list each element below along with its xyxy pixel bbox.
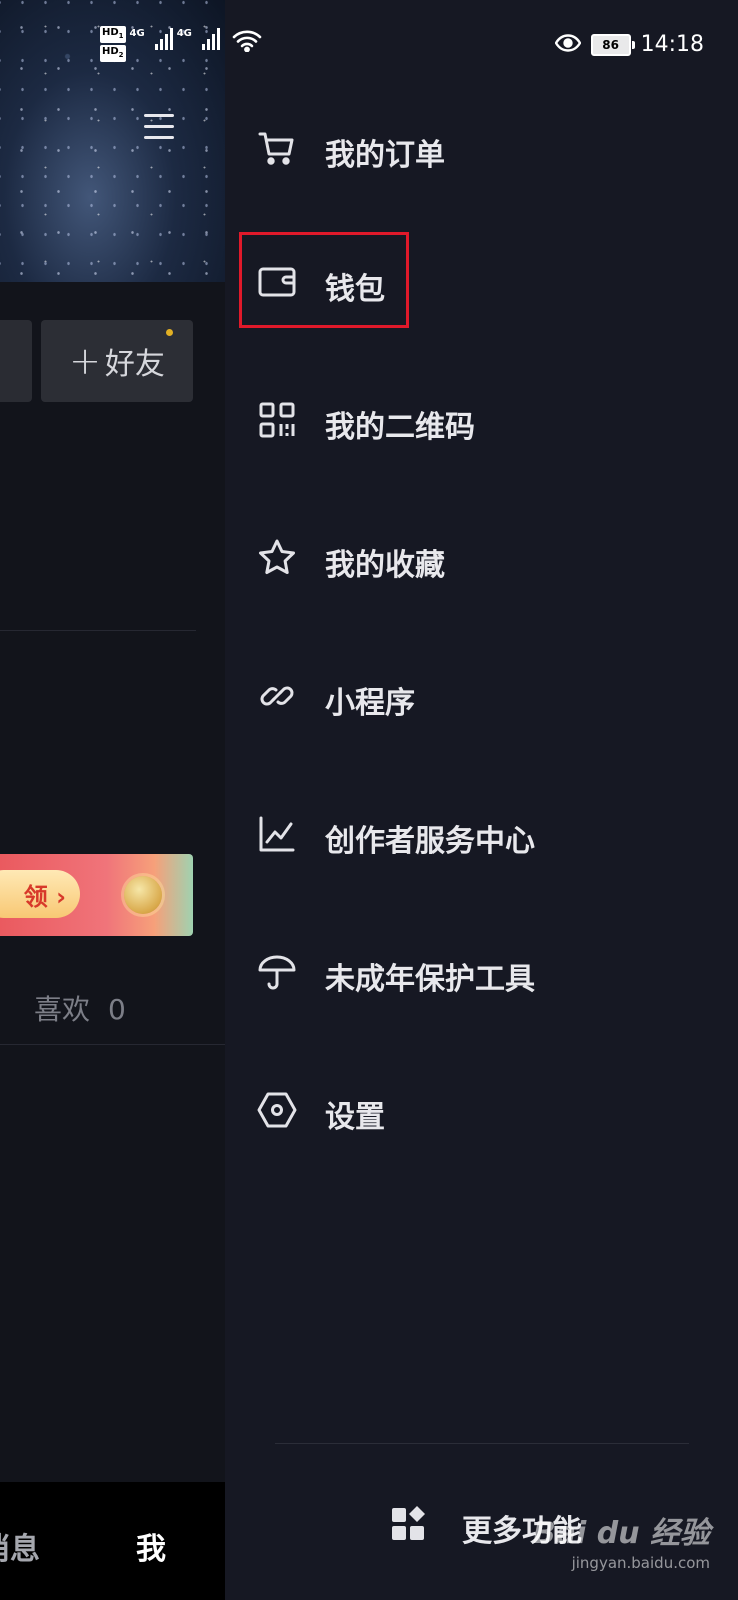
- coin-icon: [124, 876, 162, 914]
- menu-item-creator-center[interactable]: 创作者服务中心: [225, 794, 738, 874]
- menu-item-label: 未成年保护工具: [325, 962, 535, 997]
- divider: [275, 1443, 689, 1444]
- divider: [0, 1044, 225, 1045]
- menu-item-label: 设置: [325, 1100, 385, 1135]
- bottom-navigation: 消息 我: [0, 1482, 225, 1600]
- watermark-url: jingyan.baidu.com: [571, 1554, 710, 1572]
- claim-button[interactable]: 领 ›: [0, 870, 80, 918]
- menu-item-mini-programs[interactable]: 小程序: [225, 656, 738, 736]
- plus-icon: +: [69, 339, 101, 383]
- cart-icon: [257, 128, 297, 168]
- menu-item-settings[interactable]: 设置: [225, 1070, 738, 1150]
- menu-item-label: 创作者服务中心: [325, 824, 535, 859]
- link-icon: [257, 676, 297, 716]
- star-icon: [257, 538, 297, 578]
- menu-item-label: 小程序: [325, 686, 415, 721]
- add-friend-label: 好友: [104, 347, 165, 382]
- side-drawer: 我的订单 钱包 我的二维码 我的收藏 小程序 创作者服务中心 未成年保护工具 设…: [225, 0, 738, 1600]
- notification-dot: [166, 329, 173, 336]
- umbrella-icon: [257, 952, 297, 992]
- promo-banner[interactable]: 领 ›: [0, 854, 193, 936]
- profile-page-background: + 好友 领 › 喜欢 0 消息 我: [0, 0, 225, 1600]
- likes-count: 0: [108, 993, 126, 1026]
- menu-icon[interactable]: [139, 108, 179, 148]
- apps-grid-icon: [390, 1504, 430, 1544]
- profile-cover-image: [0, 0, 225, 282]
- nav-messages[interactable]: 消息: [0, 1524, 40, 1568]
- highlight-annotation: [239, 232, 409, 328]
- chart-icon: [257, 814, 297, 854]
- menu-item-label: 我的订单: [325, 138, 445, 173]
- menu-item-label: 我的二维码: [325, 410, 475, 445]
- nav-me[interactable]: 我: [136, 1524, 166, 1568]
- add-friend-button[interactable]: + 好友: [41, 320, 193, 402]
- settings-icon: [257, 1090, 297, 1130]
- menu-item-minor-protection[interactable]: 未成年保护工具: [225, 932, 738, 1012]
- watermark-brand: Bai du 经验: [532, 1516, 710, 1551]
- starfield-decoration: [0, 0, 225, 282]
- menu-item-favorites[interactable]: 我的收藏: [225, 518, 738, 598]
- likes-tab-label: 喜欢: [34, 993, 91, 1026]
- edit-profile-button[interactable]: [0, 320, 32, 402]
- qr-code-icon: [257, 400, 297, 440]
- menu-item-label: 我的收藏: [325, 548, 445, 583]
- divider: [0, 630, 196, 631]
- baidu-watermark: Bai du 经验 jingyan.baidu.com: [533, 1508, 710, 1572]
- tab-likes[interactable]: 喜欢 0: [34, 988, 126, 1028]
- menu-item-orders[interactable]: 我的订单: [225, 108, 738, 188]
- menu-item-qr-code[interactable]: 我的二维码: [225, 380, 738, 460]
